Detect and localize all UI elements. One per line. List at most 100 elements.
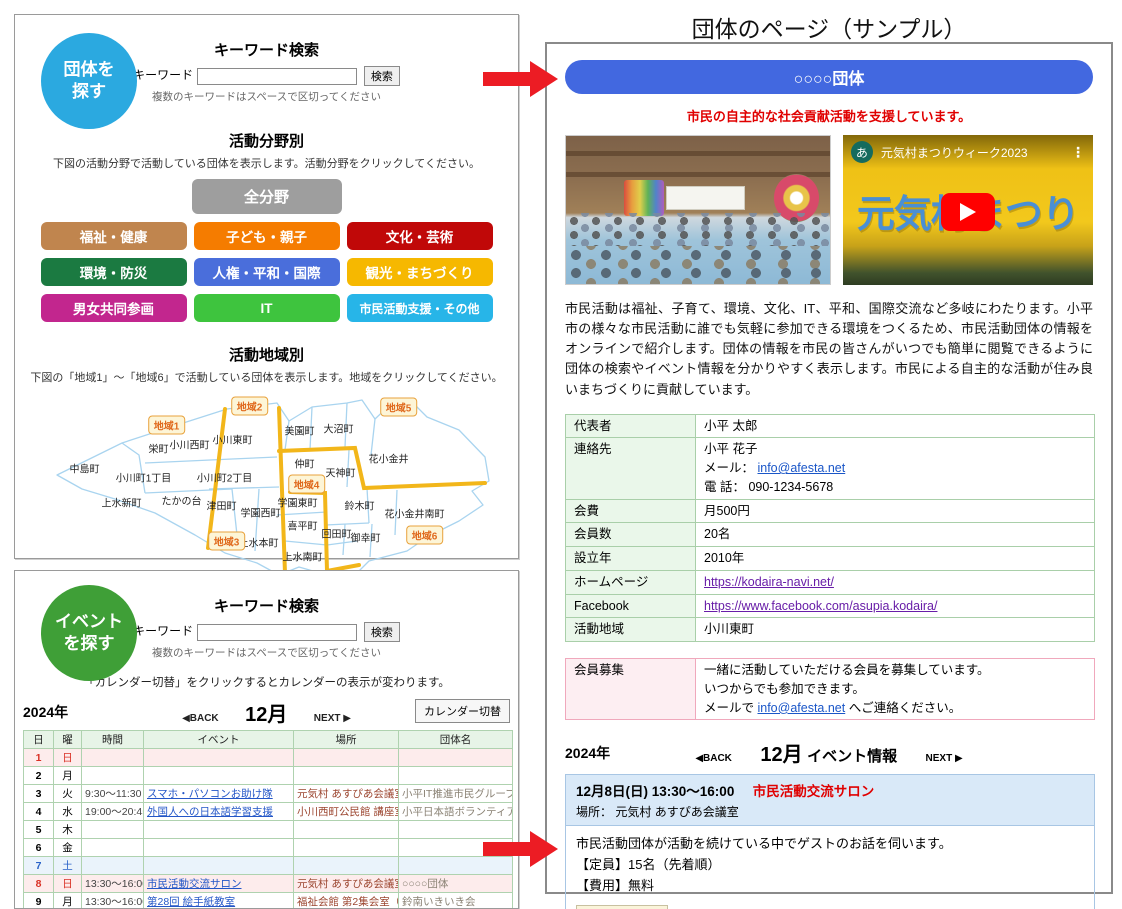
calendar-cell-day: 3 bbox=[24, 785, 54, 803]
town-label: 回田町 bbox=[322, 526, 352, 541]
photo-detail bbox=[566, 151, 830, 156]
org-photo[interactable] bbox=[565, 135, 831, 285]
calendar-cell-place bbox=[294, 857, 399, 875]
town-label: 中島町 bbox=[70, 461, 100, 476]
region-button[interactable]: 地域1 bbox=[148, 416, 186, 435]
category-button[interactable]: 市民活動支援・その他 bbox=[347, 294, 493, 322]
calendar-cell-place bbox=[294, 839, 399, 857]
group-search-button[interactable]: 検索 bbox=[364, 66, 400, 86]
detail-label: ホームページ bbox=[566, 570, 696, 594]
photo-detail bbox=[566, 246, 830, 284]
town-label: 大沼町 bbox=[324, 421, 354, 436]
keyword-label: キーワード bbox=[133, 68, 193, 82]
calendar-cell-event bbox=[144, 857, 294, 875]
region-button[interactable]: 地域3 bbox=[208, 532, 246, 551]
badge-text: を探す bbox=[64, 633, 115, 655]
badge-text: 団体を bbox=[64, 59, 115, 81]
event-back-button[interactable]: ◀BACK bbox=[695, 753, 732, 764]
town-label: 鈴木町 bbox=[345, 498, 375, 513]
event-keyword-input[interactable] bbox=[197, 624, 357, 641]
category-section-instruction: 下図の活動分野で活動している団体を表示します。活動分野をクリックしてください。 bbox=[15, 155, 518, 171]
video-menu-icon[interactable]: ⋮ bbox=[1071, 144, 1085, 161]
youtube-video-thumbnail[interactable]: 元気村まつり あ 元気村まつりウィーク2023 ⋮ bbox=[843, 135, 1093, 285]
org-name-header[interactable]: ○○○○団体 bbox=[565, 60, 1093, 94]
find-events-panel: イベント を探す キーワード検索 キーワード 検索 複数のキーワードはスペースで… bbox=[14, 570, 519, 909]
event-detail-header: 12月8日(日) 13:30～16:00 市民活動交流サロン 場所： 元気村 あ… bbox=[566, 775, 1094, 826]
event-link[interactable]: 第28回 絵手紙教室 bbox=[147, 896, 235, 908]
calendar-cell-place: 福祉会館 第2集会室（3階） bbox=[294, 893, 399, 909]
area-section-instruction: 下図の「地域1」～「地域6」で活動している団体を表示します。地域をクリックしてく… bbox=[15, 369, 518, 385]
category-button[interactable]: 男女共同参画 bbox=[41, 294, 187, 322]
detail-link[interactable]: https://kodaira-navi.net/ bbox=[704, 575, 834, 589]
detail-link[interactable]: https://www.facebook.com/asupia.kodaira/ bbox=[704, 599, 937, 613]
detail-label: 会費 bbox=[566, 499, 696, 523]
detail-link[interactable]: info@afesta.net bbox=[757, 701, 845, 715]
calendar-month: 12月 bbox=[245, 704, 287, 726]
region-button[interactable]: 地域6 bbox=[406, 526, 444, 545]
category-button[interactable]: 人権・平和・国際 bbox=[194, 258, 340, 286]
town-label: 小川町1丁目 bbox=[116, 470, 172, 485]
category-button[interactable]: 福祉・健康 bbox=[41, 222, 187, 250]
calendar-cell-day: 6 bbox=[24, 839, 54, 857]
calendar-row: 7土 bbox=[24, 857, 513, 875]
event-nav-month: 12月 bbox=[760, 744, 802, 766]
category-button[interactable]: 観光・まちづくり bbox=[347, 258, 493, 286]
calendar-switch-button[interactable]: カレンダー切替 bbox=[415, 699, 510, 723]
detail-link[interactable]: info@afesta.net bbox=[757, 461, 845, 475]
group-keyword-input[interactable] bbox=[197, 68, 357, 85]
region-button[interactable]: 地域5 bbox=[380, 398, 418, 417]
calendar-cell-dow: 火 bbox=[54, 785, 82, 803]
find-groups-panel: 団体を 探す キーワード検索 キーワード 検索 複数のキーワードはスペースで区切… bbox=[14, 14, 519, 559]
flyer-thumbnail[interactable]: 聞いてみたい！ 市民活動の脱皮のしかた bbox=[576, 905, 668, 909]
calendar-cell-time bbox=[82, 839, 144, 857]
region-button[interactable]: 地域2 bbox=[231, 397, 269, 416]
channel-avatar[interactable]: あ bbox=[851, 141, 873, 163]
event-search-button[interactable]: 検索 bbox=[364, 622, 400, 642]
category-button[interactable]: IT bbox=[194, 294, 340, 322]
page: 団体を 探す キーワード検索 キーワード 検索 複数のキーワードはスペースで区切… bbox=[0, 0, 1122, 909]
calendar-next-button[interactable]: NEXT ▶ bbox=[314, 713, 351, 724]
region-button[interactable]: 地域4 bbox=[288, 475, 326, 494]
photo-detail bbox=[666, 186, 745, 210]
calendar-cell-time: 13:30～16:00 bbox=[82, 875, 144, 893]
badge-text: 探す bbox=[72, 81, 106, 103]
video-title[interactable]: 元気村まつりウィーク2023 bbox=[881, 144, 1071, 161]
calendar-cell-org bbox=[399, 767, 513, 785]
calendar-cell-time: 9:30～11:30 bbox=[82, 785, 144, 803]
town-label: 小川西町 bbox=[170, 437, 210, 452]
category-all-button[interactable]: 全分野 bbox=[192, 179, 342, 214]
play-button-icon[interactable] bbox=[941, 193, 995, 231]
calendar-row: 8日13:30～16:00市民活動交流サロン元気村 あすぴあ会議室○○○○団体 bbox=[24, 875, 513, 893]
town-label: 喜平町 bbox=[288, 518, 318, 533]
calendar-back-button[interactable]: ◀BACK bbox=[182, 713, 219, 724]
town-label: 学園東町 bbox=[278, 495, 318, 510]
event-next-button[interactable]: NEXT ▶ bbox=[926, 753, 963, 764]
calendar-column-header: 場所 bbox=[294, 731, 399, 749]
town-label: たかの台 bbox=[162, 493, 202, 508]
calendar-cell-dow: 土 bbox=[54, 857, 82, 875]
detail-label: 設立年 bbox=[566, 547, 696, 571]
town-label: 美園町 bbox=[285, 423, 315, 438]
detail-row: 会費月500円 bbox=[566, 499, 1095, 523]
calendar-cell-event: スマホ・パソコンお助け隊 bbox=[144, 785, 294, 803]
event-link[interactable]: 市民活動交流サロン bbox=[147, 878, 242, 890]
find-events-badge: イベント を探す bbox=[41, 585, 137, 681]
category-button[interactable]: 子ども・親子 bbox=[194, 222, 340, 250]
event-link[interactable]: 外国人への日本語学習支援 bbox=[147, 806, 273, 818]
event-nav-label: イベント情報 bbox=[807, 748, 897, 765]
calendar-row: 1日 bbox=[24, 749, 513, 767]
detail-row: 会員募集一緒に活動していただける会員を募集しています。いつからでも参加できます。… bbox=[566, 659, 1095, 720]
calendar-cell-place: 小川西町公民館 講座室 bbox=[294, 803, 399, 821]
area-section-title: 活動地域別 bbox=[15, 344, 518, 365]
calendar-cell-day: 1 bbox=[24, 749, 54, 767]
town-label: 花小金井 bbox=[369, 451, 409, 466]
photo-detail bbox=[624, 180, 664, 216]
red-arrow-to-org-header bbox=[483, 61, 561, 97]
event-detail-body: 市民活動団体が活動を続けている中でゲストのお話を伺います。【定員】15名（先着順… bbox=[566, 826, 1094, 909]
calendar-cell-event: 第28回 絵手紙教室 bbox=[144, 893, 294, 909]
calendar-cell-day: 7 bbox=[24, 857, 54, 875]
photo-detail bbox=[566, 213, 830, 246]
event-link[interactable]: スマホ・パソコンお助け隊 bbox=[147, 788, 273, 800]
category-button[interactable]: 環境・防災 bbox=[41, 258, 187, 286]
category-button[interactable]: 文化・芸術 bbox=[347, 222, 493, 250]
